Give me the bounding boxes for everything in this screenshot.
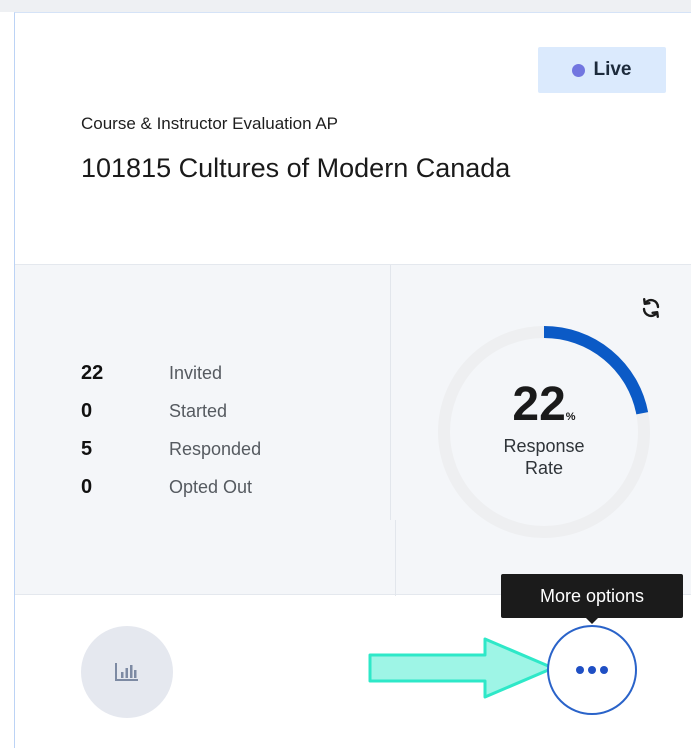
view-report-button[interactable] bbox=[81, 626, 173, 718]
stat-count: 5 bbox=[81, 437, 93, 460]
stat-row-invited: 22 Invited bbox=[81, 358, 222, 388]
stat-row-started: 0 Started bbox=[81, 396, 227, 426]
live-dot-icon bbox=[572, 63, 586, 77]
stats-divider-lower bbox=[395, 520, 396, 596]
tooltip-caret bbox=[585, 617, 599, 624]
more-dot bbox=[600, 666, 608, 674]
stat-label: Opted Out bbox=[169, 476, 253, 497]
response-rate-label: Response Rate bbox=[435, 435, 653, 479]
stat-count: 22 bbox=[81, 361, 104, 384]
more-options-button[interactable] bbox=[547, 625, 637, 715]
survey-card: Live Course & Instructor Evaluation AP 1… bbox=[14, 12, 691, 748]
status-badge: Live bbox=[538, 47, 666, 93]
page-top-strip bbox=[0, 0, 691, 12]
refresh-icon[interactable] bbox=[639, 296, 663, 320]
stat-row-responded: 5 Responded bbox=[81, 434, 261, 464]
status-badge-label: Live bbox=[593, 59, 632, 80]
more-dot bbox=[576, 666, 584, 674]
annotation-arrow-icon bbox=[368, 637, 555, 699]
bar-chart-icon bbox=[115, 663, 138, 681]
more-options-tooltip: More options bbox=[501, 574, 683, 618]
stat-label: Invited bbox=[169, 362, 223, 383]
response-rate-label-line1: Response bbox=[503, 436, 585, 456]
stats-divider bbox=[390, 265, 391, 520]
stat-count: 0 bbox=[81, 475, 93, 498]
stat-count: 0 bbox=[81, 399, 93, 422]
response-rate-value: 22 bbox=[512, 378, 566, 431]
stat-label: Responded bbox=[169, 438, 262, 459]
response-rate-label-line2: Rate bbox=[524, 458, 564, 478]
stat-label: Started bbox=[169, 400, 228, 421]
more-dot bbox=[588, 666, 596, 674]
response-rate-unit: % bbox=[565, 411, 576, 423]
course-title[interactable]: 101815 Cultures of Modern Canada bbox=[81, 153, 510, 184]
response-rate-value-wrap: 22% bbox=[435, 377, 653, 432]
stat-row-opted-out: 0 Opted Out bbox=[81, 472, 252, 502]
response-rate-readout: 22% Response Rate bbox=[435, 323, 653, 541]
survey-type-label: Course & Instructor Evaluation AP bbox=[81, 114, 339, 133]
